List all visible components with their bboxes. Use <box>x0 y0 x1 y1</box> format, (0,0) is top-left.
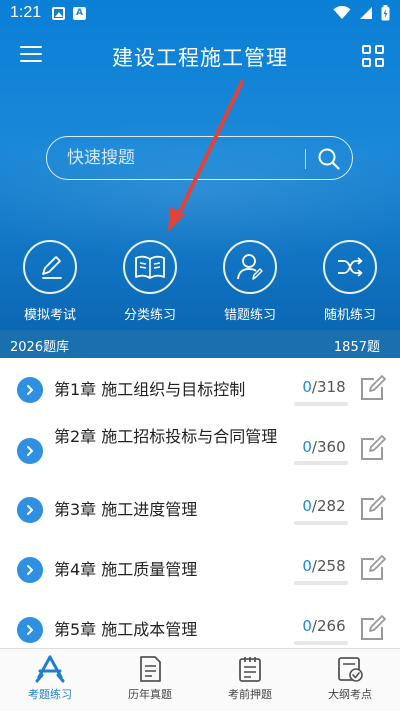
grid-menu-icon[interactable] <box>362 45 384 67</box>
gallery-notification-icon <box>52 7 65 20</box>
chapter-title: 第5章 施工成本管理 <box>54 620 198 639</box>
edit-icon[interactable] <box>358 495 386 523</box>
question-bank-bar: 2026题库 1857题 <box>0 330 400 358</box>
chevron-right-icon[interactable] <box>17 377 43 403</box>
chapter-list: 第1章 施工组织与目标控制 0/318 第2章 施工招标投标与合同管理 0/36… <box>0 358 400 648</box>
checklist-icon <box>338 657 363 682</box>
edit-icon[interactable] <box>358 375 386 403</box>
chapter-title: 第3章 施工进度管理 <box>54 500 198 519</box>
book-icon <box>135 255 165 279</box>
random-practice-button[interactable]: 随机练习 <box>315 240 385 323</box>
tab-past-exams[interactable]: 历年真题 <box>100 655 200 702</box>
chapter-progress-bar <box>294 581 348 585</box>
hero-header: 1:21 A 建设工程施工管理 模拟考试 <box>0 0 400 330</box>
category-practice-button[interactable]: 分类练习 <box>115 240 185 323</box>
bank-count: 1857题 <box>333 340 380 355</box>
chapter-row[interactable]: 第3章 施工进度管理 0/282 <box>0 478 400 538</box>
tab-syllabus-label: 大纲考点 <box>328 688 372 701</box>
mock-exam-label: 模拟考试 <box>23 308 76 323</box>
chapter-row[interactable]: 第2章 施工招标投标与合同管理 0/360 <box>0 418 400 478</box>
status-bar: 1:21 A <box>0 0 400 28</box>
edit-icon[interactable] <box>358 555 386 583</box>
chevron-right-icon[interactable] <box>17 617 43 643</box>
tab-past-exams-label: 历年真题 <box>128 688 172 701</box>
notepad-icon <box>239 657 261 682</box>
chapter-progress-count: 0/360 <box>302 438 346 456</box>
title-bar: 建设工程施工管理 <box>0 34 400 80</box>
chapter-progress-bar <box>294 402 348 406</box>
battery-icon <box>381 5 390 21</box>
chapter-progress-bar <box>294 641 348 645</box>
chapter-progress-count: 0/318 <box>302 378 346 396</box>
chapter-progress-count: 0/282 <box>302 497 346 515</box>
tab-practice[interactable]: 考题练习 <box>0 655 100 702</box>
page-title: 建设工程施工管理 <box>112 46 288 70</box>
signal-icon <box>360 7 372 19</box>
edit-icon[interactable] <box>358 615 386 643</box>
tab-practice-label: 考题练习 <box>28 688 72 701</box>
document-icon <box>140 656 161 682</box>
search-divider <box>305 149 306 169</box>
chapter-progress-bar <box>294 461 348 465</box>
chapter-title: 第4章 施工质量管理 <box>54 560 198 579</box>
wrong-questions-button[interactable]: 错题练习 <box>215 240 285 323</box>
status-time: 1:21 <box>10 4 42 21</box>
chevron-right-icon[interactable] <box>17 557 43 583</box>
search-input[interactable] <box>67 146 297 170</box>
chevron-right-icon[interactable] <box>17 438 43 464</box>
category-practice-label: 分类练习 <box>123 308 176 323</box>
bank-name: 2026题库 <box>10 340 70 355</box>
search-icon[interactable] <box>317 147 341 171</box>
random-practice-label: 随机练习 <box>323 308 376 323</box>
chevron-right-icon[interactable] <box>17 497 43 523</box>
tab-predicted-label: 考前押题 <box>228 688 272 701</box>
chapter-title: 第1章 施工组织与目标控制 <box>54 380 246 399</box>
tab-predicted[interactable]: 考前押题 <box>200 655 300 702</box>
chapter-title: 第2章 施工招标投标与合同管理 <box>54 427 278 446</box>
user-edit-icon <box>237 254 263 280</box>
bottom-tab-bar: 考题练习 历年真题 考前押题 大纲考点 <box>0 648 400 711</box>
chapter-progress-count: 0/258 <box>302 557 346 575</box>
chapter-row[interactable]: 第4章 施工质量管理 0/258 <box>0 538 400 598</box>
app-notification-icon: A <box>73 7 86 20</box>
search-box[interactable] <box>46 136 353 180</box>
wrong-questions-label: 错题练习 <box>223 308 276 323</box>
chapter-row[interactable]: 第1章 施工组织与目标控制 0/318 <box>0 358 400 418</box>
shuffle-icon <box>338 257 363 277</box>
chapter-progress-bar <box>294 521 348 525</box>
pencil-icon <box>42 256 62 279</box>
wifi-icon <box>333 6 351 19</box>
tab-syllabus[interactable]: 大纲考点 <box>300 655 400 702</box>
mock-exam-button[interactable]: 模拟考试 <box>15 240 85 323</box>
edit-icon[interactable] <box>358 435 386 463</box>
chapter-progress-count: 0/266 <box>302 617 346 635</box>
app-store-icon <box>35 655 65 683</box>
chapter-row[interactable]: 第5章 施工成本管理 0/266 <box>0 598 400 648</box>
